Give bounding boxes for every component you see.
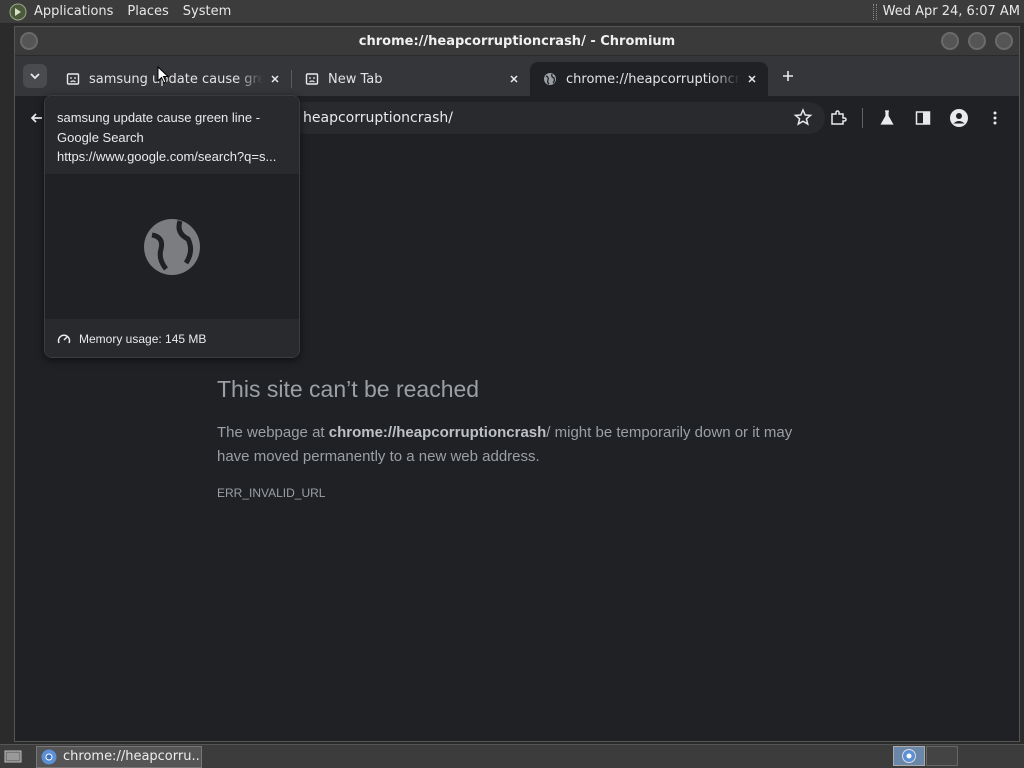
distro-logo-icon[interactable] <box>8 2 28 22</box>
profile-icon <box>950 109 968 127</box>
globe-icon <box>144 218 200 275</box>
hover-card-footer: Memory usage: 145 MB <box>45 319 299 357</box>
address-bar-url[interactable]: heapcorruptioncrash/ <box>303 110 453 126</box>
error-desc-host: heapcorruptioncrash <box>396 424 547 441</box>
arrow-left-icon <box>30 113 42 123</box>
extensions-button[interactable] <box>822 102 854 134</box>
sad-page-icon <box>65 71 81 87</box>
error-title: This site can’t be reached <box>217 376 480 402</box>
hover-card-preview <box>45 174 299 319</box>
mouse-cursor-icon <box>157 65 170 88</box>
menu-applications[interactable]: Applications <box>34 4 113 19</box>
show-desktop-button[interactable] <box>2 746 24 768</box>
hover-card-url: https://www.google.com/search?q=s... <box>57 149 277 164</box>
window-title: chrome://heapcorruptioncrash/ - Chromium <box>358 33 676 49</box>
window-titlebar[interactable]: chrome://heapcorruptioncrash/ - Chromium <box>15 27 1019 56</box>
desktop-icon <box>4 750 22 762</box>
puzzle-icon <box>831 110 847 125</box>
chromium-icon <box>902 749 916 763</box>
tab-search-button[interactable] <box>23 64 47 88</box>
menu-button[interactable] <box>979 102 1011 134</box>
menu-places[interactable]: Places <box>127 4 168 19</box>
tab-close-icon[interactable] <box>267 71 283 87</box>
tab-google-search[interactable]: samsung update cause green line - Google… <box>53 63 291 95</box>
error-code: ERR_INVALID_URL <box>217 486 326 500</box>
hover-card-title: samsung update cause green line - Google… <box>57 110 261 145</box>
top-panel: Applications Places System Wed Apr 24, 6… <box>0 0 1024 24</box>
menu-system[interactable]: System <box>183 4 231 19</box>
memory-usage-label: Memory usage: 145 MB <box>79 332 207 346</box>
taskbar-chromium-window[interactable]: chrome://heapcorru... <box>36 745 202 768</box>
error-desc-prefix: The webpage at <box>217 424 329 441</box>
tab-close-icon[interactable] <box>744 71 760 87</box>
side-panel-button[interactable] <box>907 102 939 134</box>
tab-hover-card: samsung update cause green line - Google… <box>44 95 300 358</box>
bookmark-star-icon[interactable] <box>791 106 815 134</box>
tab-new-tab[interactable]: New Tab <box>292 63 530 95</box>
memory-gauge-icon <box>57 332 71 346</box>
profile-button[interactable] <box>943 102 975 134</box>
workspace-1[interactable] <box>893 746 925 766</box>
plus-icon <box>783 71 793 81</box>
tab-heapcorruptioncrash[interactable]: chrome://heapcorruptioncrash/ <box>530 62 768 96</box>
globe-icon <box>542 71 558 87</box>
toolbar-divider <box>862 108 863 128</box>
error-desc-scheme: chrome:// <box>328 424 397 441</box>
kebab-menu-icon <box>993 111 997 125</box>
clock[interactable]: Wed Apr 24, 6:07 AM <box>883 4 1020 19</box>
side-panel-icon <box>915 111 931 125</box>
tab-title: chrome://heapcorruptioncrash/ <box>566 71 740 87</box>
taskbar-task-label: chrome://heapcorru... <box>63 749 202 764</box>
chromium-icon <box>41 749 57 765</box>
sad-page-icon <box>304 71 320 87</box>
error-description: The webpage at chrome://heapcorruptioncr… <box>217 421 817 469</box>
panel-handle <box>872 3 877 20</box>
tab-title: New Tab <box>328 71 383 87</box>
maximize-button[interactable] <box>968 32 986 50</box>
close-window-button[interactable] <box>995 32 1013 50</box>
workspace-2[interactable] <box>926 746 958 766</box>
labs-button[interactable] <box>871 102 903 134</box>
new-tab-button[interactable] <box>774 62 802 90</box>
flask-icon <box>880 110 894 125</box>
tab-close-icon[interactable] <box>506 71 522 87</box>
address-bar[interactable]: heapcorruptioncrash/ <box>265 102 825 134</box>
minimize-button[interactable] <box>941 32 959 50</box>
chevron-down-icon <box>30 73 40 80</box>
window-menu-button[interactable] <box>20 32 38 50</box>
bottom-panel: chrome://heapcorru... <box>0 744 1024 768</box>
tab-title: samsung update cause green line - Google… <box>89 71 263 87</box>
